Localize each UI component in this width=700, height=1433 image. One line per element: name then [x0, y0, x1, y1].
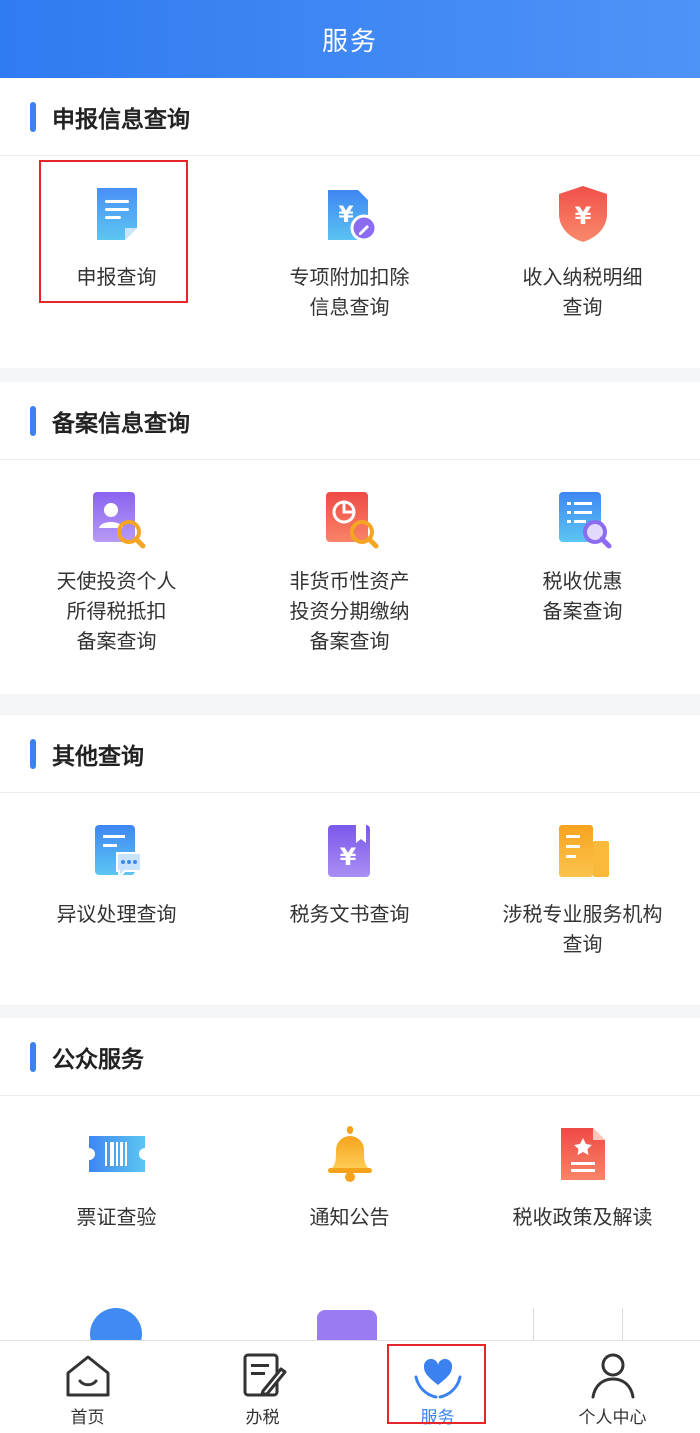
section-header: 其他查询 — [0, 715, 700, 793]
service-label: 专项附加扣除 信息查询 — [289, 265, 410, 319]
tab-label: 个人中心 — [578, 1408, 647, 1428]
service-income-tax-detail[interactable]: ¥ 收入纳税明细 查询 — [466, 156, 699, 322]
message-document-icon — [94, 825, 142, 880]
service-label: 异议处理查询 — [56, 902, 177, 926]
svg-text:¥: ¥ — [339, 843, 356, 871]
chart-search-icon — [325, 492, 378, 549]
edit-document-icon — [243, 1353, 286, 1397]
star-document-icon — [560, 1128, 605, 1180]
service-non-monetary-asset-filing[interactable]: 非货币性资产 投资分期缴纳 备案查询 — [233, 460, 466, 656]
tab-personal-center[interactable]: 个人中心 — [525, 1341, 700, 1433]
service-label: 收入纳税明细 查询 — [522, 265, 643, 319]
section-other-query: 其他查询 异议处理查询 ¥ 税务文书查询 涉税专业服务机构 查询 — [0, 715, 700, 1005]
section-title: 其他查询 — [52, 743, 144, 770]
service-tax-policy[interactable]: 税收政策及解读 — [466, 1096, 699, 1232]
tab-tax-handling[interactable]: 办税 — [175, 1341, 350, 1433]
service-tax-document-query[interactable]: ¥ 税务文书查询 — [233, 793, 466, 959]
service-label: 天使投资个人 所得税抵扣 备案查询 — [56, 569, 177, 653]
bell-icon — [327, 1126, 372, 1182]
user-icon — [591, 1353, 634, 1399]
bottom-tab-bar: 首页 办税 服务 个人中心 — [0, 1340, 700, 1433]
service-angel-investment-filing[interactable]: 天使投资个人 所得税抵扣 备案查询 — [0, 460, 233, 656]
service-tax-agency-query[interactable]: 涉税专业服务机构 查询 — [466, 793, 699, 959]
list-search-icon — [558, 492, 611, 549]
tab-home[interactable]: 首页 — [0, 1341, 175, 1433]
partial-image-placeholder — [533, 1308, 623, 1340]
tab-highlight — [387, 1344, 486, 1424]
section-accent-bar — [30, 101, 36, 132]
section-title: 申报信息查询 — [52, 106, 190, 133]
barcode-ticket-icon — [88, 1136, 145, 1172]
section-header: 申报信息查询 — [0, 78, 700, 156]
partial-globe-icon — [90, 1308, 142, 1340]
section-title: 公众服务 — [52, 1046, 144, 1073]
service-tax-incentive-filing[interactable]: 税收优惠 备案查询 — [466, 460, 699, 656]
yuan-book-icon: ¥ — [327, 825, 370, 877]
partial-purple-icon — [317, 1310, 377, 1340]
home-icon — [66, 1355, 109, 1397]
service-label: 非货币性资产 投资分期缴纳 备案查询 — [289, 569, 410, 653]
service-invoice-verification[interactable]: 票证查验 — [0, 1096, 233, 1232]
service-label: 通知公告 — [309, 1205, 390, 1229]
section-filing-query: 备案信息查询 天使投资个人 所得税抵扣 备案查询 非货币性资产 投资分期缴纳 备… — [0, 382, 700, 694]
page-title: 服务 — [321, 26, 378, 57]
section-header: 公众服务 — [0, 1018, 700, 1096]
section-accent-bar — [30, 405, 36, 436]
section-title: 备案信息查询 — [52, 410, 190, 437]
section-accent-bar — [30, 1041, 36, 1072]
building-icon — [558, 825, 609, 877]
yuan-shield-icon: ¥ — [558, 186, 607, 242]
next-row-peek — [0, 1308, 700, 1340]
top-bar: 服务 — [0, 0, 700, 78]
section-accent-bar — [30, 738, 36, 769]
service-label: 票证查验 — [76, 1205, 157, 1229]
service-objection-query[interactable]: 异议处理查询 — [0, 793, 233, 959]
selection-highlight — [39, 160, 188, 303]
tab-label: 首页 — [70, 1408, 105, 1428]
tab-label: 办税 — [245, 1408, 280, 1428]
section-public-service: 公众服务 票证查验 通知公告 税收政策及解读 — [0, 1018, 700, 1340]
section-header: 备案信息查询 — [0, 382, 700, 460]
person-search-icon — [92, 492, 145, 549]
yuan-file-edit-icon: ¥ — [327, 190, 377, 242]
service-label: 涉税专业服务机构 查询 — [502, 902, 663, 956]
service-label: 税收政策及解读 — [512, 1205, 653, 1229]
service-label: 税收优惠 备案查询 — [542, 569, 623, 623]
svg-text:¥: ¥ — [574, 202, 591, 230]
service-notice[interactable]: 通知公告 — [233, 1096, 466, 1232]
service-special-deduction-query[interactable]: ¥ 专项附加扣除 信息查询 — [233, 156, 466, 322]
service-label: 税务文书查询 — [289, 902, 410, 926]
